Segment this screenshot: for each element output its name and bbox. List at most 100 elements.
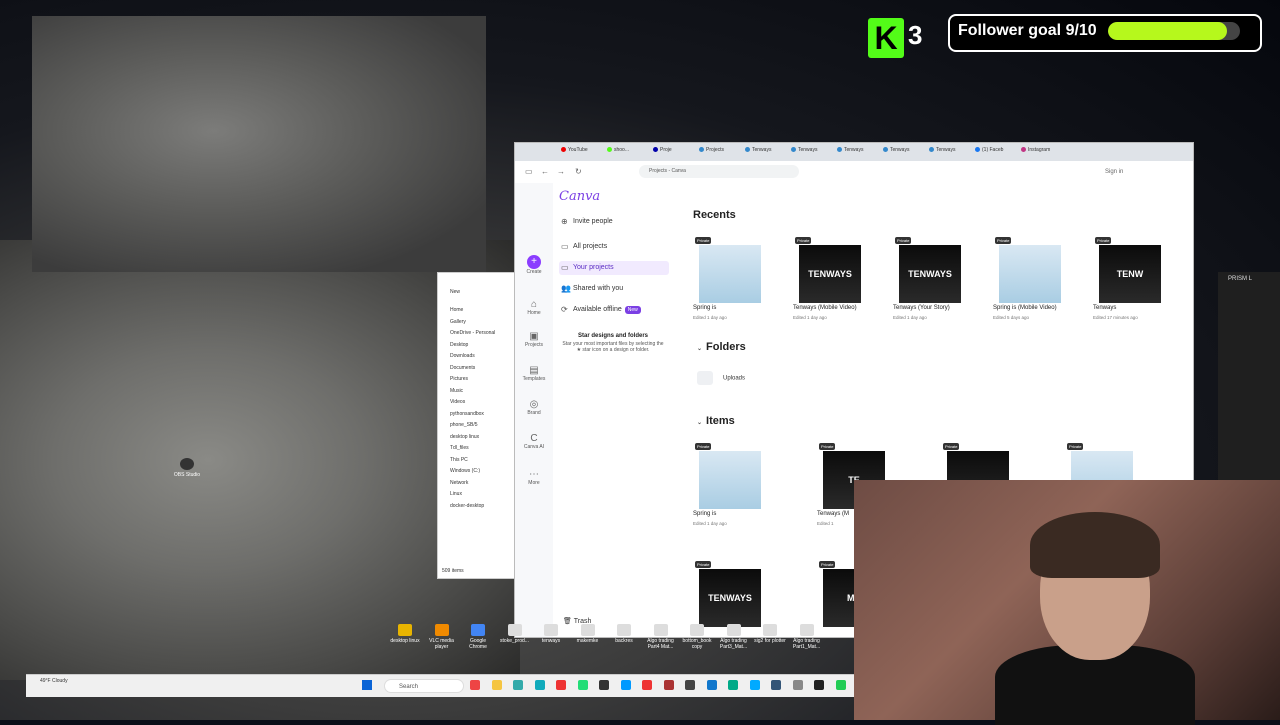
explorer-nav-item[interactable]: This PC [450,457,468,463]
taskbar-app-icon[interactable] [642,680,652,690]
explorer-nav-item[interactable]: Videos [450,399,465,405]
rail-item-home[interactable]: ⌂ Home [515,299,553,316]
taskbar-app-icon[interactable] [792,680,803,690]
taskbar-app-icon[interactable] [556,680,566,690]
invite-people-button[interactable]: ⊕ Invite people [559,215,669,229]
chevron-down-icon[interactable]: ⌄ [697,420,702,426]
desktop-icon[interactable]: Google Chrome [461,624,495,650]
start-button[interactable] [362,680,372,690]
forward-icon[interactable]: → [557,167,565,176]
explorer-nav-item[interactable]: Linux [450,491,462,497]
obs-desktop-icon[interactable]: OBS Studio [170,458,204,478]
taskbar-app-icon[interactable] [470,680,480,690]
star-tip-title: Star designs and folders [577,333,649,339]
rail-item-create[interactable]: + Create [515,255,553,275]
reload-icon[interactable]: ↻ [575,167,582,176]
browser-tab[interactable]: Tenways [745,147,771,153]
explorer-nav-item[interactable]: OneDrive - Personal [450,330,495,336]
browser-tab[interactable]: Tenways [837,147,863,153]
explorer-nav-item[interactable]: Desktop [450,342,468,348]
taskbar-app-icon[interactable] [814,680,824,690]
rail-item-templates[interactable]: ▤ Templates [515,365,553,382]
explorer-nav-item[interactable]: Gallery [450,319,466,325]
prism-window[interactable] [1218,272,1280,480]
explorer-nav-item[interactable]: Tdl_files [450,445,469,451]
desktop-icon[interactable]: sig2 for plotter [753,624,787,644]
explorer-nav-item[interactable]: Downloads [450,353,475,359]
rail-item-canva-ai[interactable]: C Canva AI [515,433,553,450]
desktop-icon[interactable]: makemke [571,624,605,644]
sidebar-toggle-icon[interactable]: ▭ [525,167,533,176]
chevron-down-icon[interactable]: ⌄ [697,346,702,352]
url-input[interactable]: Projects - Canva [639,165,799,178]
new-button[interactable]: New [450,289,460,295]
explorer-nav-item[interactable]: Music [450,388,463,394]
desktop-icon[interactable]: stoke_prod... [498,624,532,644]
browser-tab[interactable]: (1) Faceb [975,147,1003,153]
browser-tab[interactable]: YouTube [561,147,588,153]
design-card[interactable]: TENWAYS Private Tenways (Mobile Video) Edit… [791,233,883,320]
explorer-nav-item[interactable]: Network [450,480,468,486]
desktop-icon[interactable]: bottom_book copy [680,624,714,650]
desktop-icon[interactable]: backres [607,624,641,644]
nav-available-offline[interactable]: ⟳ Available offline New [559,303,669,317]
taskbar-app-icon[interactable] [534,680,545,690]
taskbar-app-icon[interactable] [663,680,674,690]
taskbar-app-icon[interactable] [685,680,695,690]
explorer-nav-item[interactable]: docker-desktop [450,503,484,509]
private-badge: Private [695,443,712,450]
canva-logo[interactable]: Canva [559,189,600,204]
explorer-nav-item[interactable]: Pictures [450,376,468,382]
rail-item-more[interactable]: ⋯ More [515,469,553,486]
desktop-icon[interactable]: Algo trading Part1_Mat... [790,624,824,650]
folder-uploads[interactable]: Uploads [697,371,745,385]
design-card[interactable]: TENWAYS Private Tenways (Your Story) Edited… [891,233,983,320]
taskbar-app-icon[interactable] [835,680,846,690]
taskbar-app-icon[interactable] [599,680,609,690]
design-card[interactable]: Private Spring is Edited 1 day ago [691,233,783,320]
taskbar-app-icon[interactable] [491,680,502,690]
nav-all-projects[interactable]: ▭ All projects [559,240,669,254]
design-card[interactable]: Private Spring is Edited 1 day ago [691,439,783,526]
desktop-icon[interactable]: desktop linux [388,624,422,644]
browser-tab[interactable]: Tenways [791,147,817,153]
explorer-nav-item[interactable]: Documents [450,365,475,371]
browser-tab[interactable]: Tenways [929,147,955,153]
tab-label: Tenways [752,147,772,153]
explorer-nav-item[interactable]: Home [450,307,463,313]
taskbar-app-icon[interactable] [577,680,588,690]
private-badge: Private [943,443,960,450]
rail-item-projects[interactable]: ▣ Projects [515,331,553,348]
design-meta: Edited 1 [817,521,834,526]
nav-your-projects[interactable]: ▭ Your projects [559,261,669,275]
sign-in-button[interactable]: Sign in [1105,169,1123,175]
design-card[interactable]: Private Spring is (Mobile Video) Edited 5 … [991,233,1083,320]
browser-tab[interactable]: Tenways [883,147,909,153]
browser-tab[interactable]: Instagram [1021,147,1050,153]
design-card[interactable]: TENW Private Tenways Edited 17 minutes ago [1091,233,1183,320]
back-icon[interactable]: ← [541,167,549,176]
taskbar-search[interactable]: Search [384,679,464,693]
explorer-nav-item[interactable]: Windows (C:) [450,468,480,474]
desktop-icon[interactable]: tenways [534,624,568,644]
taskbar-app-icon[interactable] [513,680,523,690]
weather-widget[interactable]: 49°F Cloudy [40,678,68,684]
browser-tab[interactable]: Projects [699,147,724,153]
desktop-icon[interactable]: Algo trading Part4 Mat... [644,624,678,650]
desktop-icon[interactable]: VLC media player [425,624,459,650]
explorer-nav-item[interactable]: desktop linux [450,434,479,440]
rail-item-brand[interactable]: ◎ Brand [515,399,553,416]
taskbar-app-icon[interactable] [706,680,717,690]
browser-tab[interactable]: Proje [653,147,672,153]
desktop-icon-label: bottom_book copy [682,638,712,650]
explorer-nav-item[interactable]: pythonsandbox [450,411,484,417]
explorer-nav-item[interactable]: phone_SB/5 [450,422,478,428]
desktop-icon[interactable]: Algo trading Part3_Mat... [717,624,751,650]
taskbar-app-icon[interactable] [728,680,738,690]
browser-tab[interactable]: shoo... [607,147,629,153]
taskbar-app-icon[interactable] [620,680,631,690]
taskbar-app-icon[interactable] [749,680,760,690]
nav-shared-with-you[interactable]: 👥 Shared with you [559,282,669,296]
taskbar-app-icon[interactable] [771,680,781,690]
file-explorer-window[interactable]: New Home Gallery OneDrive - Personal Desktop… [437,272,519,579]
